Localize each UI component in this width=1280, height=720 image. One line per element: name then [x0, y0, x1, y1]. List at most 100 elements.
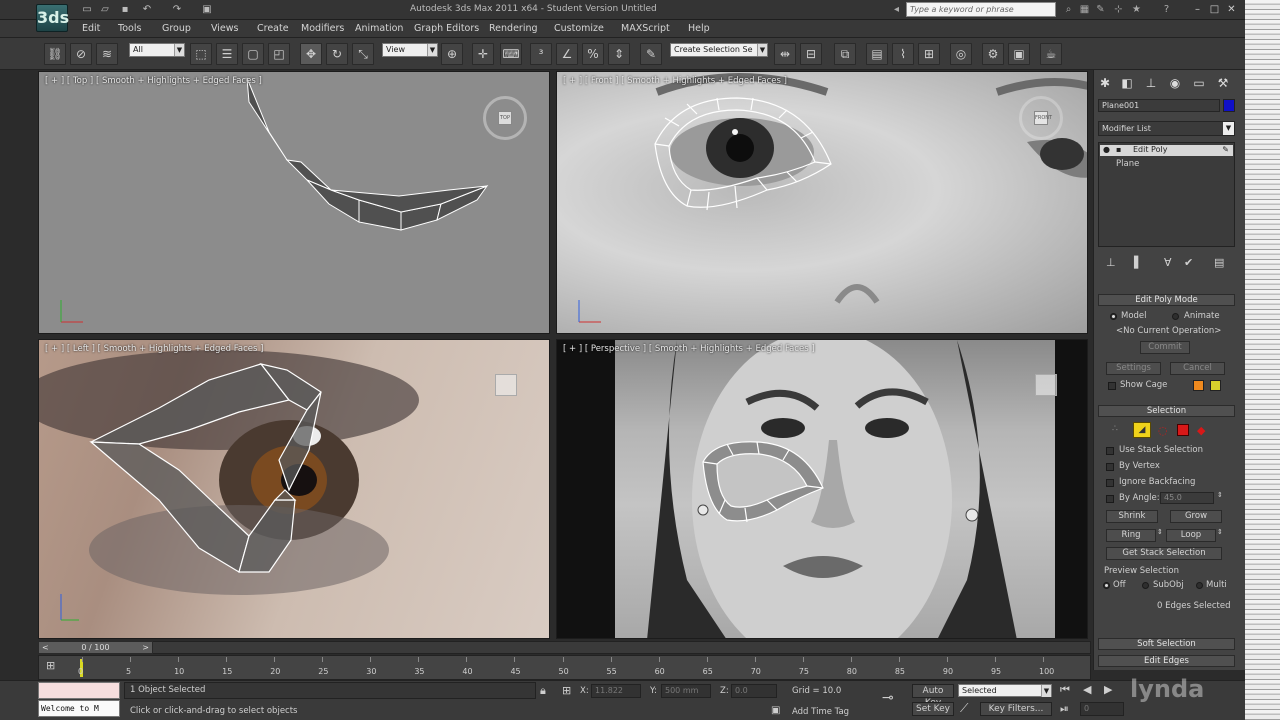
favorites-icon[interactable]: ★	[1130, 3, 1143, 16]
viewport-front[interactable]: [ + ] [ Front ] [ Smooth + Highlights + …	[556, 71, 1088, 334]
key-mode-dropdown[interactable]: Selected ▼	[958, 684, 1052, 697]
key-icon[interactable]: ⊸	[882, 690, 894, 706]
render-production-icon[interactable]: ☕	[1040, 43, 1062, 65]
previous-frame-icon[interactable]: ◀	[1083, 683, 1091, 696]
menu-customize[interactable]: Customize	[554, 23, 604, 34]
border-mode-icon[interactable]: ◌	[1158, 424, 1170, 437]
menu-graph-editors[interactable]: Graph Editors	[414, 23, 479, 34]
animate-radio[interactable]	[1172, 313, 1179, 320]
select-manipulate-icon[interactable]: ✛	[472, 43, 494, 65]
curve-editor-icon[interactable]: ⌇	[892, 43, 914, 65]
menu-views[interactable]: Views	[211, 23, 239, 34]
by-angle-checkbox[interactable]	[1106, 495, 1114, 503]
cage-selected-color-swatch[interactable]	[1210, 380, 1221, 391]
viewcube-face[interactable]: FRONT	[1034, 111, 1052, 125]
viewcube[interactable]: FRONT	[1019, 96, 1063, 140]
save-file-icon[interactable]: ▪	[118, 3, 132, 16]
menu-create[interactable]: Create	[257, 23, 289, 34]
show-cage-checkbox[interactable]	[1108, 382, 1116, 390]
menu-modifiers[interactable]: Modifiers	[301, 23, 344, 34]
keyboard-shortcut-override-icon[interactable]: ⌨	[500, 43, 522, 65]
viewcube[interactable]: TOP	[483, 96, 527, 140]
time-slider[interactable]	[38, 641, 1091, 654]
menu-tools[interactable]: Tools	[118, 23, 141, 34]
object-color-swatch[interactable]	[1223, 99, 1235, 112]
graphite-modeling-tools-icon[interactable]: ▤	[866, 43, 888, 65]
viewport-label[interactable]: [ + ] [ Perspective ] [ Smooth + Highlig…	[563, 344, 815, 354]
set-keys-icon[interactable]: ⟋	[960, 701, 968, 716]
settings-button[interactable]: Settings	[1106, 362, 1161, 375]
cage-color-swatch[interactable]	[1193, 380, 1204, 391]
loop-spinner-icon[interactable]: ⇕	[1217, 528, 1223, 536]
maximize-icon[interactable]: □	[1207, 2, 1222, 17]
schematic-view-icon[interactable]: ⊞	[918, 43, 940, 65]
time-tag-icon[interactable]: ▣	[771, 705, 780, 716]
unlink-icon[interactable]: ⊘	[70, 43, 92, 65]
search-icon[interactable]: ⌕	[1062, 3, 1075, 16]
loop-button[interactable]: Loop	[1166, 529, 1216, 542]
ring-spinner-icon[interactable]: ⇕	[1157, 528, 1163, 536]
maxscript-listener-output[interactable]: Welcome to M	[38, 700, 120, 717]
play-icon[interactable]: ▶	[1104, 683, 1112, 696]
rollout-soft-selection[interactable]: Soft Selection	[1098, 638, 1235, 650]
mini-curve-editor-icon[interactable]: ⊞	[46, 659, 64, 675]
element-mode-icon[interactable]: ◆	[1197, 424, 1209, 437]
reference-coordinate-dropdown[interactable]: View ▼	[382, 43, 438, 57]
motion-tab-icon[interactable]: ◉	[1166, 74, 1184, 92]
new-scene-icon[interactable]: ▭	[80, 3, 94, 16]
display-tab-icon[interactable]: ▭	[1190, 74, 1208, 92]
viewport-perspective[interactable]: [ + ] [ Perspective ] [ Smooth + Highlig…	[556, 339, 1088, 639]
expand-icon[interactable]: ▪	[1116, 145, 1121, 154]
menu-group[interactable]: Group	[162, 23, 191, 34]
grow-button[interactable]: Grow	[1170, 510, 1222, 523]
edit-named-selection-icon[interactable]: ✎	[640, 43, 662, 65]
window-crossing-icon[interactable]: ◰	[268, 43, 290, 65]
render-setup-icon[interactable]: ⚙	[982, 43, 1004, 65]
current-frame-field[interactable]: 0	[1080, 702, 1124, 716]
pivot-center-icon[interactable]: ⊕	[441, 43, 463, 65]
absolute-mode-icon[interactable]: ⊞	[562, 684, 571, 697]
key-filters-button[interactable]: Key Filters...	[980, 702, 1052, 716]
x-coordinate-field[interactable]: 11.822	[591, 684, 641, 698]
menu-help[interactable]: Help	[688, 23, 710, 34]
bind-space-warp-icon[interactable]: ≋	[96, 43, 118, 65]
go-to-start-icon[interactable]: ⏮	[1060, 683, 1070, 697]
viewport-top[interactable]: [ + ] [ Top ] [ Smooth + Highlights + Ed…	[38, 71, 550, 334]
angle-snap-icon[interactable]: ∠	[556, 43, 578, 65]
viewport-label[interactable]: [ + ] [ Front ] [ Smooth + Highlights + …	[563, 76, 787, 86]
polygon-mode-icon[interactable]	[1177, 424, 1189, 436]
lock-selection-icon[interactable]: 🔒︎	[540, 684, 546, 698]
stack-item-plane[interactable]: Plane	[1116, 159, 1139, 169]
make-unique-icon[interactable]: ∀	[1164, 256, 1172, 269]
project-folder-icon[interactable]: ▣	[200, 3, 214, 16]
commit-button[interactable]: Commit	[1140, 341, 1190, 354]
named-selection-dropdown[interactable]: Create Selection Se ▼	[670, 43, 768, 57]
rectangular-selection-icon[interactable]: ▢	[242, 43, 264, 65]
select-move-icon[interactable]: ✥	[300, 43, 322, 65]
auto-key-button[interactable]: Auto Key	[912, 684, 954, 708]
set-key-button[interactable]: Set Key	[912, 702, 954, 716]
cancel-button[interactable]: Cancel	[1170, 362, 1225, 375]
lightbulb-icon[interactable]: ●	[1103, 145, 1110, 154]
mirror-icon[interactable]: ⇹	[774, 43, 796, 65]
pin-stack-icon[interactable]: ⊥	[1106, 256, 1116, 269]
material-editor-icon[interactable]: ◎	[950, 43, 972, 65]
rollout-selection[interactable]: Selection	[1098, 405, 1235, 417]
percent-snap-icon[interactable]: %	[582, 43, 604, 65]
subscription-icon[interactable]: ▦	[1078, 3, 1091, 16]
viewport-left[interactable]: [ + ] [ Left ] [ Smooth + Highlights + E…	[38, 339, 550, 639]
get-stack-selection-button[interactable]: Get Stack Selection	[1106, 547, 1222, 560]
minimize-icon[interactable]: –	[1190, 2, 1205, 17]
shrink-button[interactable]: Shrink	[1106, 510, 1158, 523]
link-icon[interactable]: ⛓	[44, 43, 66, 65]
remove-modifier-icon[interactable]: ✔	[1184, 256, 1193, 269]
create-tab-icon[interactable]: ✱	[1096, 74, 1114, 92]
vertex-mode-icon[interactable]: ∴	[1112, 424, 1124, 436]
stack-item-edit-poly[interactable]: ● ▪ Edit Poly ✎	[1100, 145, 1233, 156]
angle-spinner[interactable]: 45.0	[1160, 492, 1214, 504]
object-name-field[interactable]: Plane001	[1098, 99, 1220, 112]
snaps-toggle-icon[interactable]: ³	[530, 43, 552, 65]
edge-mode-icon[interactable]: ◢	[1133, 422, 1151, 438]
menu-rendering[interactable]: Rendering	[489, 23, 538, 34]
viewport-label[interactable]: [ + ] [ Top ] [ Smooth + Highlights + Ed…	[45, 76, 262, 86]
